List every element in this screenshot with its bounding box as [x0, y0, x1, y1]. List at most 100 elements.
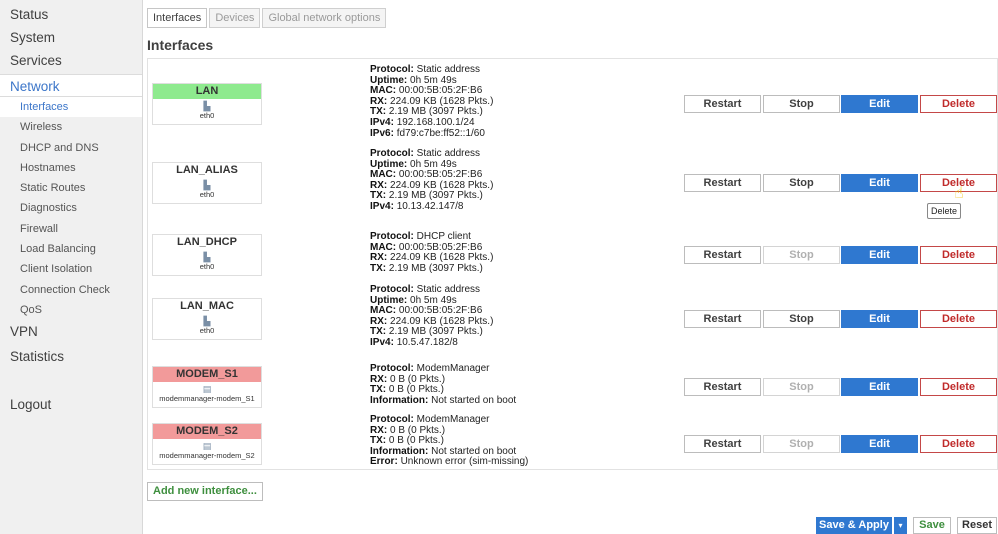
- interface-badge[interactable]: LAN_DHCP ▙ eth0: [152, 234, 262, 276]
- info-value: DHCP client: [416, 231, 471, 242]
- restart-button[interactable]: Restart: [684, 435, 761, 453]
- restart-button[interactable]: Restart: [684, 174, 761, 192]
- interface-badge[interactable]: MODEM_S2 ▤ modemmanager-modem_S2: [152, 423, 262, 465]
- info-key: IPv4:: [370, 200, 394, 212]
- nav-sub-diagnostics[interactable]: Diagnostics: [0, 198, 142, 218]
- interface-info: Protocol: ModemManager RX: 0 B (0 Pkts.) T…: [370, 363, 517, 407]
- stop-button[interactable]: Stop: [763, 95, 840, 113]
- delete-button[interactable]: Delete: [920, 310, 997, 328]
- interface-info: Protocol: ModemManager RX: 0 B (0 Pkts.) T…: [370, 414, 528, 468]
- info-value: 00:00:5B:05:2F:B6: [398, 305, 483, 317]
- edit-button[interactable]: Edit: [841, 246, 918, 264]
- delete-button[interactable]: Delete: [920, 378, 997, 396]
- interface-badge[interactable]: LAN_MAC ▙ eth0: [152, 298, 262, 340]
- interface-device: eth0: [199, 111, 215, 120]
- nav-sub-hostnames[interactable]: Hostnames: [0, 158, 142, 178]
- info-value: 0 B (0 Pkts.): [388, 435, 444, 447]
- interface-name: MODEM_S2: [153, 424, 261, 439]
- page-title: Interfaces: [147, 37, 214, 53]
- info-value: 0 B (0 Pkts.): [388, 384, 444, 396]
- nav-sub-qos[interactable]: QoS: [0, 300, 142, 320]
- info-line: TX: 2.19 MB (3097 Pkts.): [370, 262, 493, 275]
- interface-badge[interactable]: LAN_ALIAS ▙ eth0: [152, 162, 262, 204]
- edit-button[interactable]: Edit: [841, 310, 918, 328]
- sidebar: Status System Services Network Interface…: [0, 0, 143, 534]
- info-value: Not started on boot: [431, 394, 517, 406]
- restart-button[interactable]: Restart: [684, 378, 761, 396]
- info-key: RX:: [370, 315, 388, 327]
- info-key: Protocol:: [370, 414, 414, 425]
- nav-status[interactable]: Status: [0, 3, 142, 26]
- stop-button[interactable]: Stop: [763, 246, 840, 264]
- restart-button[interactable]: Restart: [684, 246, 761, 264]
- delete-button[interactable]: Delete: [920, 95, 997, 113]
- info-value: 2.19 MB (3097 Pkts.): [388, 190, 483, 202]
- info-key: MAC:: [370, 241, 397, 253]
- nav-services[interactable]: Services: [0, 49, 142, 72]
- interface-row: MODEM_S2 ▤ modemmanager-modem_S2 Protocol: …: [148, 414, 997, 479]
- nav-vpn[interactable]: VPN: [0, 320, 142, 343]
- edit-button[interactable]: Edit: [841, 378, 918, 396]
- info-line: Information: Not started on boot: [370, 394, 517, 407]
- restart-button[interactable]: Restart: [684, 310, 761, 328]
- restart-button[interactable]: Restart: [684, 95, 761, 113]
- nav-sub-client-isolation[interactable]: Client Isolation: [0, 259, 142, 279]
- info-key: Error:: [370, 456, 398, 468]
- nav-sub-firewall[interactable]: Firewall: [0, 219, 142, 239]
- info-key: IPv4:: [370, 116, 394, 128]
- save-button[interactable]: Save: [913, 517, 951, 534]
- modem-icon: ▤: [202, 441, 212, 451]
- info-key: IPv4:: [370, 336, 394, 348]
- reset-button[interactable]: Reset: [957, 517, 997, 534]
- nav-sub-static-routes[interactable]: Static Routes: [0, 178, 142, 198]
- nav-sub-interfaces[interactable]: Interfaces: [0, 97, 142, 118]
- info-value: Static address: [416, 148, 481, 159]
- tab-devices[interactable]: Devices: [209, 8, 261, 28]
- delete-tooltip: Delete: [927, 203, 962, 219]
- info-line: IPv4: 10.5.47.182/8: [370, 336, 493, 349]
- nav-network[interactable]: Network: [0, 74, 142, 97]
- save-apply-button[interactable]: Save & Apply: [816, 517, 892, 534]
- info-key: TX:: [370, 262, 387, 274]
- save-apply-dropdown-icon[interactable]: ▾: [894, 517, 907, 534]
- info-key: TX:: [370, 326, 387, 338]
- info-value: 224.09 KB (1628 Pkts.): [390, 252, 494, 264]
- info-key: RX:: [370, 95, 388, 107]
- info-value: Static address: [416, 64, 481, 75]
- nav-sub-connection-check[interactable]: Connection Check: [0, 280, 142, 300]
- delete-button[interactable]: Delete: [920, 246, 997, 264]
- stop-button[interactable]: Stop: [763, 435, 840, 453]
- info-key: Information:: [370, 445, 429, 457]
- nav-sub-dhcp-dns[interactable]: DHCP and DNS: [0, 138, 142, 158]
- interface-row: LAN ▙ eth0 Protocol: Static address Uptime: …: [148, 64, 997, 149]
- edit-button[interactable]: Edit: [841, 174, 918, 192]
- info-value: 2.19 MB (3097 Pkts.): [388, 326, 483, 338]
- delete-button[interactable]: Delete: [920, 435, 997, 453]
- interface-badge[interactable]: MODEM_S1 ▤ modemmanager-modem_S1: [152, 366, 262, 408]
- tab-global-network-options[interactable]: Global network options: [262, 8, 387, 28]
- tab-interfaces[interactable]: Interfaces: [147, 8, 208, 28]
- info-key: RX:: [370, 179, 388, 191]
- stop-button[interactable]: Stop: [763, 378, 840, 396]
- nav-sub-load-balancing[interactable]: Load Balancing: [0, 239, 142, 259]
- info-value: 224.09 KB (1628 Pkts.): [390, 179, 494, 191]
- stop-button[interactable]: Stop: [763, 174, 840, 192]
- info-value: 192.168.100.1/24: [396, 116, 475, 128]
- nav-logout[interactable]: Logout: [0, 393, 142, 416]
- info-value: 0h 5m 49s: [410, 158, 457, 170]
- edit-button[interactable]: Edit: [841, 95, 918, 113]
- interface-row: MODEM_S1 ▤ modemmanager-modem_S1 Protocol: …: [148, 363, 997, 416]
- info-value: 224.09 KB (1628 Pkts.): [390, 315, 494, 327]
- nav-system[interactable]: System: [0, 26, 142, 49]
- nav-statistics[interactable]: Statistics: [0, 345, 142, 368]
- info-value: 224.09 KB (1628 Pkts.): [390, 95, 494, 107]
- stop-button[interactable]: Stop: [763, 310, 840, 328]
- edit-button[interactable]: Edit: [841, 435, 918, 453]
- interface-badge[interactable]: LAN ▙ eth0: [152, 83, 262, 125]
- nav-sub-wireless[interactable]: Wireless: [0, 117, 142, 137]
- add-interface-button[interactable]: Add new interface...: [147, 482, 263, 501]
- info-value: 00:00:5B:05:2F:B6: [398, 169, 483, 181]
- info-line: IPv6: fd79:c7be:ff52::1/60: [370, 128, 493, 140]
- info-key: RX:: [370, 424, 388, 436]
- interface-row: LAN_ALIAS ▙ eth0 Protocol: Static address Up…: [148, 148, 997, 225]
